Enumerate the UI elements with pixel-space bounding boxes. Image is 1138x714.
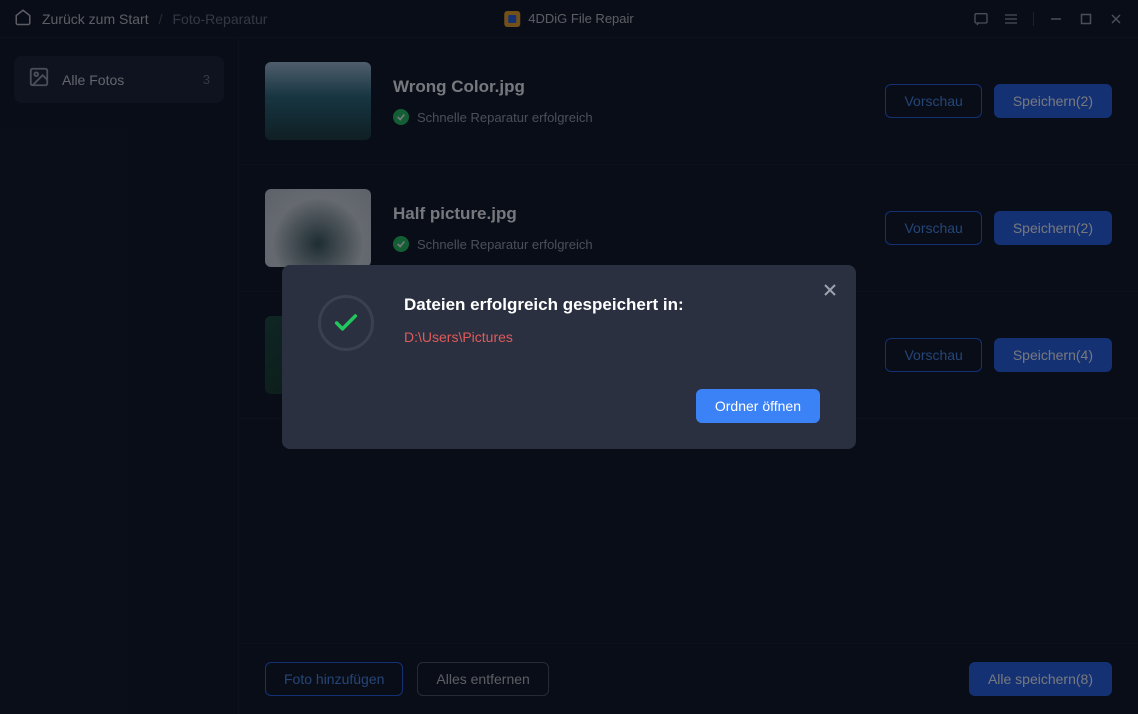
modal-body: Dateien erfolgreich gespeichert in: D:\U… [318,295,820,351]
open-folder-button[interactable]: Ordner öffnen [696,389,820,423]
modal-actions: Ordner öffnen [318,389,820,423]
close-icon[interactable] [822,281,838,304]
success-modal: Dateien erfolgreich gespeichert in: D:\U… [282,265,856,449]
modal-overlay: Dateien erfolgreich gespeichert in: D:\U… [0,0,1138,714]
success-check-icon [318,295,374,351]
save-path[interactable]: D:\Users\Pictures [404,329,684,345]
modal-title: Dateien erfolgreich gespeichert in: [404,295,684,315]
modal-text: Dateien erfolgreich gespeichert in: D:\U… [404,295,684,345]
